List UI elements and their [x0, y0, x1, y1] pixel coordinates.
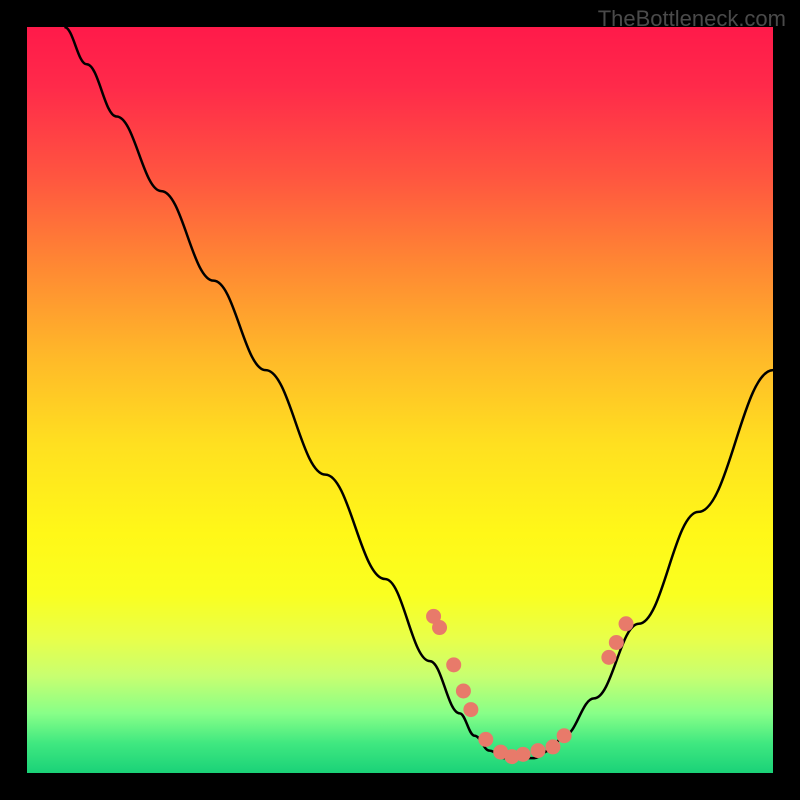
data-marker	[609, 635, 624, 650]
data-marker	[545, 739, 560, 754]
data-marker	[619, 616, 634, 631]
data-marker	[557, 728, 572, 743]
bottleneck-curve	[64, 27, 773, 758]
watermark-text: TheBottleneck.com	[598, 6, 786, 32]
data-marker	[463, 702, 478, 717]
data-marker	[601, 650, 616, 665]
data-marker	[432, 620, 447, 635]
data-marker	[531, 743, 546, 758]
chart-svg	[27, 27, 773, 773]
data-marker	[478, 732, 493, 747]
data-markers	[426, 609, 633, 764]
data-marker	[516, 747, 531, 762]
data-marker	[456, 683, 471, 698]
data-marker	[446, 657, 461, 672]
